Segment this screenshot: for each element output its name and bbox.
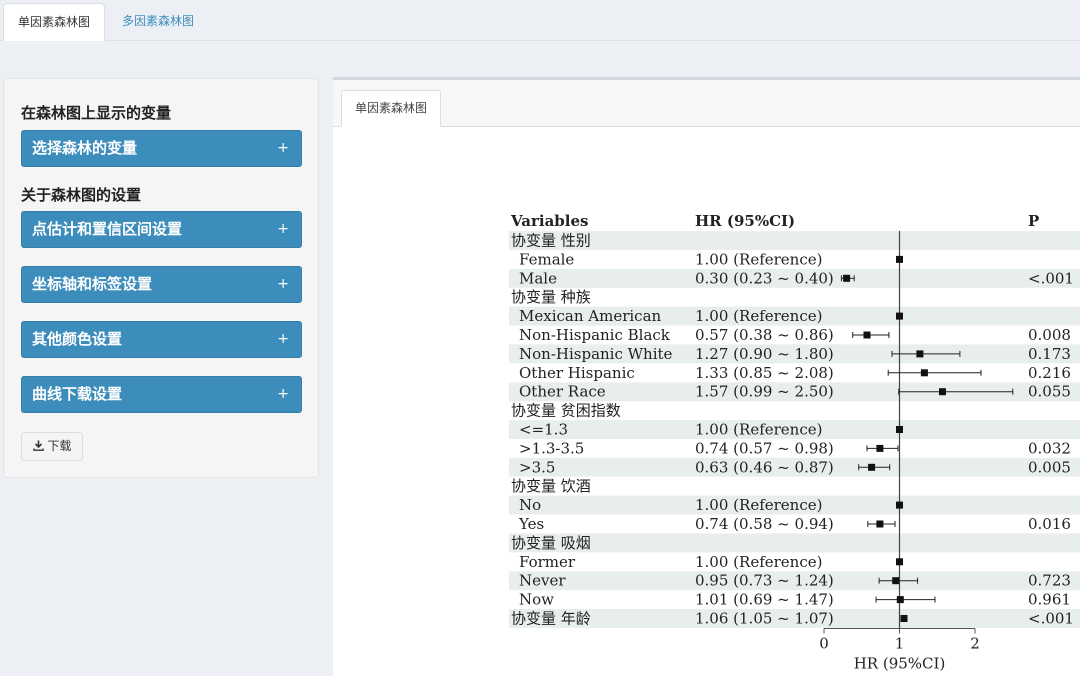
row-label: Former	[519, 553, 576, 571]
row-stripe	[509, 231, 1080, 250]
hr-ci-text: 0.74 (0.57 ~ 0.98)	[695, 439, 834, 457]
point-estimate	[896, 558, 903, 566]
section-title-settings: 关于森林图的设置	[21, 186, 142, 204]
row-label: Other Race	[519, 383, 606, 401]
hr-ci-text: 1.57 (0.99 ~ 2.50)	[695, 383, 834, 401]
row-label: Other Hispanic	[519, 364, 635, 382]
group-label: 协变量 年龄	[511, 610, 591, 628]
point-estimate	[896, 426, 903, 433]
expand-plus-icon: +	[277, 331, 289, 347]
header-variables: Variables	[510, 212, 588, 230]
p-value-text: 0.055	[1028, 383, 1071, 401]
section-title-variables: 在森林图上显示的变量	[21, 104, 172, 122]
point-estimate	[876, 520, 884, 528]
settings-sidebar: 在森林图上显示的变量 选择森林的变量 + 关于森林图的设置 点估计和置信区间设置…	[3, 78, 319, 478]
hr-ci-text: 0.57 (0.38 ~ 0.86)	[695, 326, 834, 344]
point-estimate	[868, 463, 876, 471]
p-value-text: 0.173	[1028, 345, 1071, 363]
row-label: Now	[519, 591, 554, 609]
group-label: 协变量 饮酒	[511, 477, 591, 495]
p-value-text: 0.008	[1028, 326, 1071, 344]
x-tick-label: 0	[819, 635, 829, 653]
point-estimate	[896, 596, 904, 604]
hr-ci-text: 1.00 (Reference)	[695, 307, 822, 325]
row-label: Female	[519, 250, 574, 268]
header-hr: HR (95%CI)	[695, 212, 795, 230]
p-value-text: 0.005	[1028, 458, 1071, 476]
row-label: >3.5	[519, 458, 555, 476]
point-estimate	[900, 615, 908, 622]
x-tick-label: 2	[970, 635, 980, 653]
p-value-text: 0.216	[1028, 364, 1071, 382]
hr-ci-text: 0.95 (0.73 ~ 1.24)	[695, 572, 834, 590]
row-label: Male	[519, 269, 557, 287]
hr-ci-text: 0.74 (0.58 ~ 0.94)	[695, 515, 834, 533]
main-panel: 单因素森林图 Variables HR (95%CI) P 协变量 性别 Female 1…	[333, 77, 1080, 676]
accordion-label: 点估计和置信区间设置	[32, 220, 183, 238]
accordion-label: 坐标轴和标签设置	[32, 275, 153, 293]
download-button[interactable]: 下载	[21, 432, 83, 461]
tab-univariate-forest[interactable]: 单因素森林图	[3, 3, 106, 41]
hr-ci-text: 1.06 (1.05 ~ 1.07)	[695, 610, 834, 628]
x-axis-label: HR (95%CI)	[854, 655, 946, 673]
hr-ci-text: 1.00 (Reference)	[695, 496, 822, 514]
point-estimate	[920, 369, 928, 377]
group-label: 协变量 性别	[511, 232, 591, 250]
group-label: 协变量 吸烟	[511, 534, 591, 552]
row-label: >1.3-3.5	[519, 439, 584, 457]
axis-label-settings-toggle[interactable]: 坐标轴和标签设置 +	[21, 266, 302, 303]
point-estimate	[876, 444, 884, 452]
p-value-text: 0.016	[1028, 515, 1071, 533]
row-label: Mexican American	[519, 307, 662, 325]
row-label: Never	[519, 572, 566, 590]
select-variables-toggle[interactable]: 选择森林的变量 +	[21, 130, 302, 167]
group-label: 协变量 种族	[511, 288, 591, 306]
hr-ci-text: 1.33 (0.85 ~ 2.08)	[695, 364, 834, 382]
expand-plus-icon: +	[277, 276, 289, 292]
expand-plus-icon: +	[277, 386, 289, 402]
download-label: 下载	[47, 439, 72, 453]
x-tick-label: 1	[895, 635, 905, 653]
forest-plot: Variables HR (95%CI) P 协变量 性别Female 1.00 (Re…	[509, 212, 1080, 673]
color-settings-toggle[interactable]: 其他颜色设置 +	[21, 321, 302, 358]
point-estimate	[863, 331, 871, 339]
group-label: 协变量 贫困指数	[511, 402, 621, 420]
hr-ci-text: 0.63 (0.46 ~ 0.87)	[695, 458, 834, 476]
top-tab-bar: 单因素森林图 多因素森林图	[0, 0, 1080, 41]
hr-ci-text: 1.27 (0.90 ~ 1.80)	[695, 345, 834, 363]
point-estimate	[892, 577, 900, 585]
select-variables-label: 选择森林的变量	[32, 139, 138, 157]
row-label: Non-Hispanic Black	[519, 326, 671, 344]
point-estimate	[843, 274, 851, 282]
accordion-label: 曲线下载设置	[32, 385, 123, 403]
row-label: Yes	[518, 515, 544, 533]
expand-plus-icon: +	[277, 221, 289, 237]
download-icon	[32, 440, 44, 451]
point-estimate	[896, 312, 903, 320]
estimate-ci-settings-toggle[interactable]: 点估计和置信区间设置 +	[21, 211, 302, 248]
header-p: P	[1028, 212, 1039, 230]
hr-ci-text: 1.00 (Reference)	[695, 421, 822, 439]
point-estimate	[896, 501, 903, 509]
row-label: No	[519, 496, 541, 514]
p-value-text: <.001	[1028, 269, 1074, 287]
p-value-text: 0.723	[1028, 572, 1071, 590]
hr-ci-text: 1.01 (0.69 ~ 1.47)	[695, 591, 834, 609]
row-label: Non-Hispanic White	[519, 345, 673, 363]
hr-ci-text: 1.00 (Reference)	[695, 250, 822, 268]
expand-plus-icon: +	[277, 140, 289, 156]
point-estimate	[939, 388, 946, 396]
p-value-text: <.001	[1028, 610, 1074, 628]
download-settings-toggle[interactable]: 曲线下载设置 +	[21, 376, 302, 413]
p-value-text: 0.961	[1028, 591, 1071, 609]
point-estimate	[896, 255, 903, 263]
p-value-text: 0.032	[1028, 439, 1071, 457]
accordion-label: 其他颜色设置	[32, 330, 123, 348]
row-label: <=1.3	[519, 421, 568, 439]
row-stripe	[509, 533, 1080, 553]
tab-multivariate-forest[interactable]: 多因素森林图	[108, 3, 208, 41]
point-estimate	[916, 350, 924, 358]
hr-ci-text: 0.30 (0.23 ~ 0.40)	[695, 269, 834, 287]
hr-ci-text: 1.00 (Reference)	[695, 553, 822, 571]
